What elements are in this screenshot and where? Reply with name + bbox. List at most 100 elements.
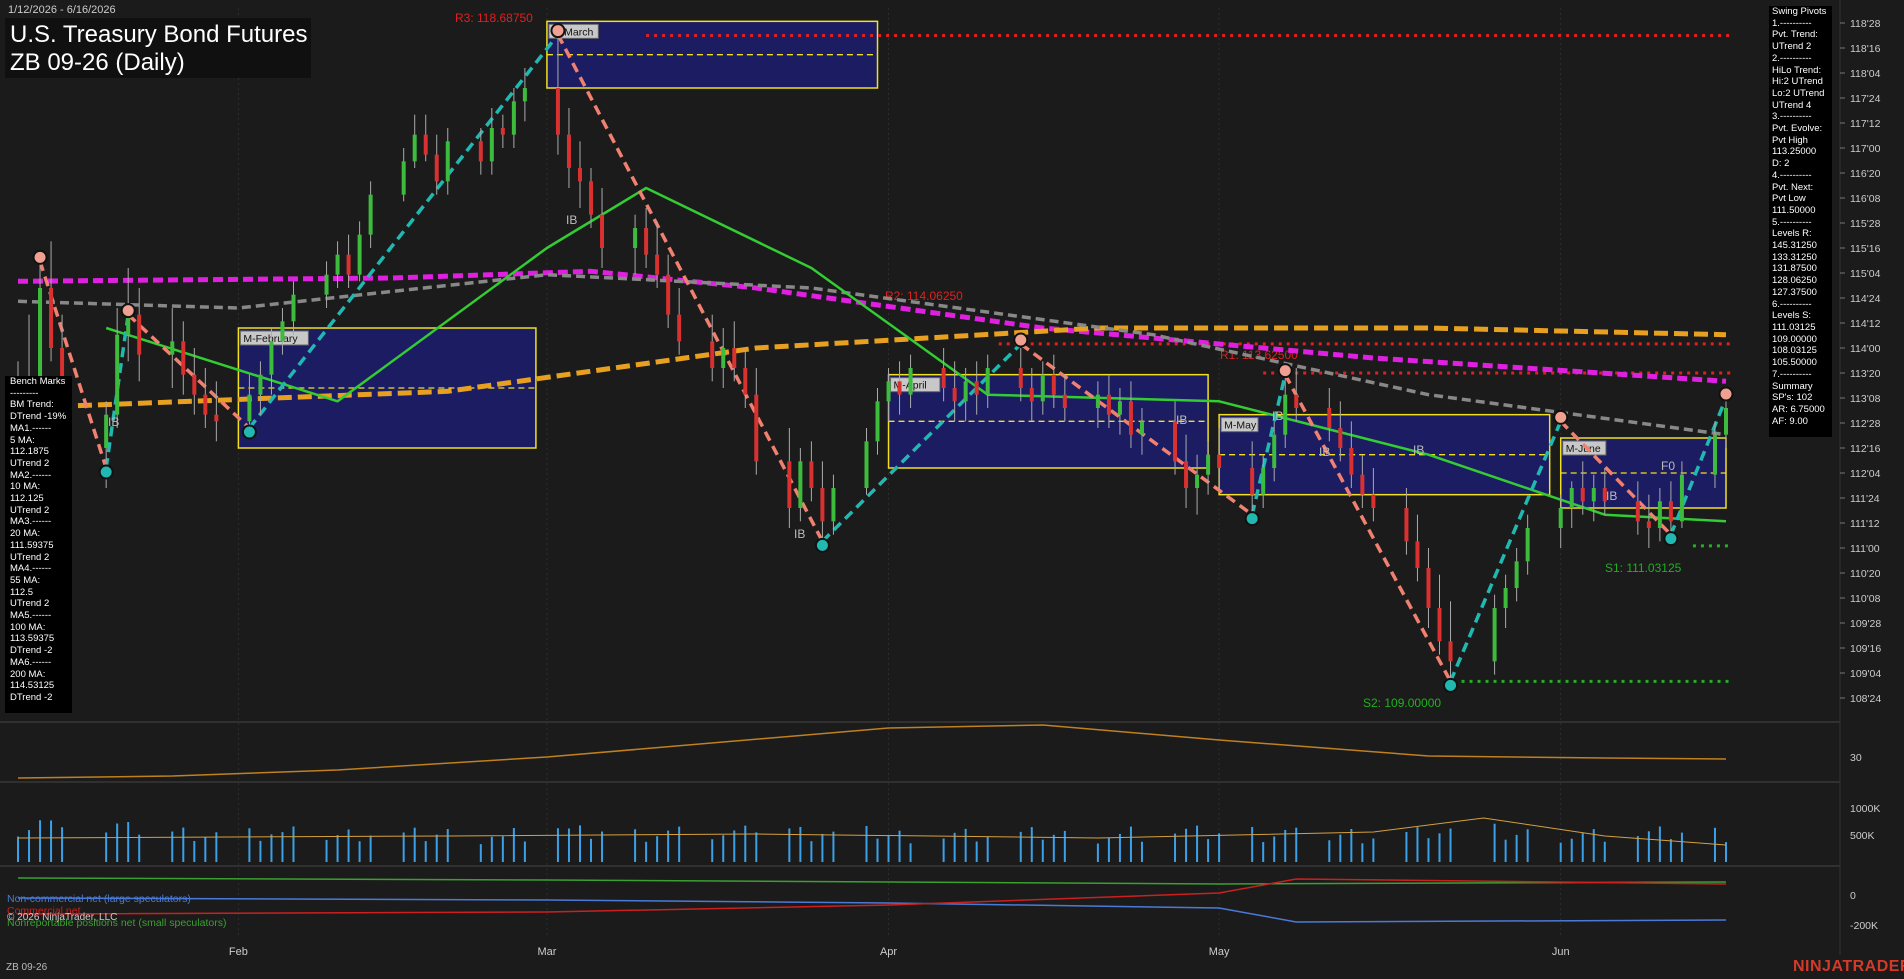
benchmark-line: MA4.------: [10, 563, 52, 575]
cot-legend: Non-commercial net (large speculators) C…: [7, 893, 226, 929]
swing-pivot-marker: [550, 23, 566, 39]
candle-body: [1404, 508, 1409, 542]
candle: [1525, 514, 1530, 575]
candle-body: [324, 274, 329, 295]
y-tick-label: 114'12: [1850, 318, 1881, 330]
swing-pivot-marker: [814, 537, 830, 553]
benchmark-line: MA3.------: [10, 516, 52, 528]
candle-body: [269, 341, 274, 375]
candle-body: [434, 154, 439, 182]
swing-pivot-line: Levels R:: [1772, 228, 1812, 240]
pattern-annotation: IB: [1413, 443, 1424, 457]
candle-body: [500, 128, 505, 135]
candle: [1514, 548, 1519, 602]
level-label: S2: 109.00000: [1363, 696, 1441, 710]
swing-pivot-line: 2.----------: [1772, 52, 1812, 64]
candle: [324, 261, 329, 308]
candle-body: [798, 461, 803, 508]
swing-pivot-marker: [1277, 363, 1293, 379]
y-tick-label: 111'00: [1850, 543, 1880, 555]
y-tick-label: 112'28: [1850, 418, 1881, 430]
price-chart: Feb Mar Apr May Jun 118'28 118'16 118'04 117'24 1…: [0, 0, 1881, 958]
candle-body: [214, 414, 219, 422]
candle: [809, 441, 814, 502]
candle-body: [170, 341, 175, 355]
candle-body: [137, 314, 142, 355]
pattern-annotation: IB: [1606, 489, 1617, 503]
y-tick-label: 109'16: [1850, 643, 1881, 655]
cot-tick-label: -200K: [1850, 920, 1878, 932]
candle-body: [1514, 561, 1519, 588]
candle-body: [644, 228, 649, 255]
candle-body: [1106, 394, 1111, 415]
candle: [137, 288, 142, 382]
candle-body: [1018, 368, 1023, 388]
swing-pivot-line: 5.----------: [1772, 216, 1812, 228]
benchmark-line: MA5.------: [10, 610, 52, 622]
candle: [203, 368, 208, 428]
swing-pivots-lines: Swing Pivots 1.---------- Pvt. Trend: UTren…: [1769, 6, 1832, 427]
swing-pivot-line: Pvt High: [1772, 134, 1808, 146]
candle: [192, 348, 197, 415]
candle: [677, 288, 682, 355]
swing-pivot-line: SP's: 102: [1772, 392, 1813, 404]
y-tick-label: 113'20: [1850, 368, 1881, 380]
swing-pivot-marker: [241, 424, 257, 440]
candle-body: [941, 368, 946, 388]
swing-pivot-line: 7.----------: [1772, 368, 1812, 380]
candle: [820, 461, 825, 542]
candle: [754, 368, 759, 475]
benchmarks-panel: Bench Marks --------- BM Trend: DTrend -19%…: [5, 376, 72, 713]
candle-body: [522, 88, 527, 102]
candle: [743, 348, 748, 408]
candle: [831, 474, 836, 535]
candle-body: [864, 441, 869, 488]
swing-pivot-marker: [98, 464, 114, 480]
candle-body: [1635, 501, 1640, 522]
indicator-line: [17, 724, 1727, 779]
candle-body: [401, 161, 406, 195]
candle-body: [1591, 488, 1596, 502]
volume-average-line: [17, 817, 1727, 846]
candle-body: [1206, 454, 1211, 475]
candle: [798, 448, 803, 522]
candle: [1294, 368, 1299, 422]
y-tick-label: 112'16: [1850, 443, 1881, 455]
candle-body: [1095, 394, 1100, 408]
benchmark-line: 200 MA:: [10, 668, 46, 680]
swing-pivot-marker: [32, 249, 48, 265]
candle: [522, 68, 527, 122]
candle-body: [1173, 421, 1178, 462]
candle-body: [1217, 454, 1222, 468]
candle: [49, 241, 54, 362]
candle-body: [1261, 468, 1266, 495]
x-tick-label: Jun: [1552, 946, 1570, 958]
candle-body: [1657, 501, 1662, 528]
candle-body: [115, 334, 120, 415]
candle-body: [875, 401, 880, 442]
level-label: S1: 111.03125: [1605, 561, 1682, 575]
benchmark-line: 112.125: [10, 493, 44, 505]
candle: [115, 308, 120, 428]
swing-pivot-line: 133.31250: [1772, 251, 1817, 263]
y-tick-label: 114'00: [1850, 343, 1881, 355]
benchmark-line: MA2.------: [10, 469, 52, 481]
cot-line: [17, 878, 1727, 915]
swing-pivot-marker: [120, 303, 136, 319]
candle-body: [1646, 521, 1651, 528]
candle: [1503, 574, 1508, 628]
swing-pivot-line: Pvt. Next:: [1772, 181, 1814, 193]
swing-pivot-line: 113.25000: [1772, 146, 1817, 158]
benchmark-line: ---------: [10, 387, 39, 399]
candle: [864, 428, 869, 495]
indicator-tick-label: 30: [1850, 752, 1862, 764]
swing-pivot-line: 1.----------: [1772, 17, 1812, 29]
candle-body: [820, 488, 825, 522]
swing-pivot-line: Summary: [1772, 380, 1813, 392]
period-label: M-February: [239, 330, 309, 346]
y-tick-label: 115'16: [1850, 243, 1881, 255]
candle: [357, 221, 362, 282]
candle-body: [1349, 448, 1354, 475]
benchmark-line: 113.59375: [10, 633, 55, 645]
pattern-annotation: IB: [566, 213, 577, 227]
